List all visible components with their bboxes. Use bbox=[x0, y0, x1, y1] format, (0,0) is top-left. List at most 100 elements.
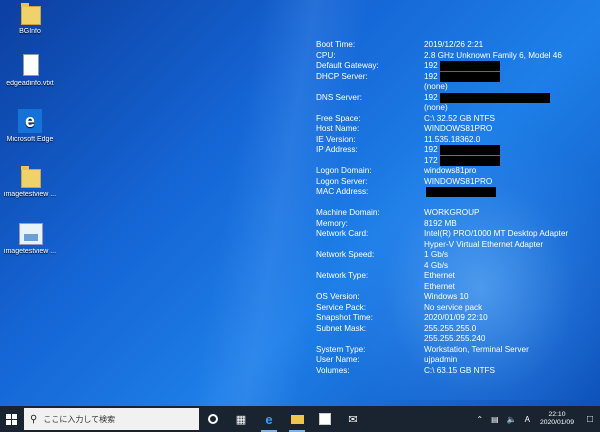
bginfo-row: Machine Domain: WORKGROUP bbox=[316, 208, 568, 219]
bginfo-value-text: WINDOWS81PRO bbox=[424, 176, 493, 186]
bginfo-key bbox=[316, 82, 424, 93]
bginfo-value-text: Windows 10 bbox=[424, 292, 469, 301]
bginfo-value-text: (none) bbox=[424, 82, 448, 91]
edge-taskbar-icon[interactable]: e bbox=[255, 406, 283, 432]
bginfo-value: Workstation, Terminal Server bbox=[424, 345, 529, 356]
bginfo-key: Boot Time: bbox=[316, 40, 356, 49]
bginfo-value: 172 bbox=[424, 155, 500, 167]
clock-time: 22:10 bbox=[548, 411, 566, 418]
bginfo-value-text: 192 bbox=[424, 61, 438, 70]
bginfo-row: Network Type: Ethernet bbox=[316, 271, 568, 282]
desktop-icon-label: imagetestview ... bbox=[3, 248, 57, 255]
bginfo-value-text: No service pack bbox=[424, 302, 483, 312]
bginfo-value-text: Ethernet bbox=[424, 271, 455, 280]
bginfo-value: 4 Gb/s bbox=[424, 261, 448, 272]
bginfo-value: 192 bbox=[424, 61, 500, 72]
mail-icon[interactable]: ✉ bbox=[339, 406, 367, 432]
bginfo-value: 2020/01/09 22:10 bbox=[424, 313, 488, 324]
chevron-up-icon[interactable]: ⌃ bbox=[476, 415, 483, 424]
bginfo-row: Network Card: Intel(R) PRO/1000 MT Deskto… bbox=[316, 229, 568, 240]
bginfo-value-text: WORKGROUP bbox=[424, 208, 480, 217]
bginfo-row: (none) bbox=[316, 82, 568, 93]
bginfo-key bbox=[316, 334, 424, 345]
bginfo-row: DHCP Server: 192 bbox=[316, 71, 568, 83]
bginfo-key bbox=[316, 156, 424, 167]
bginfo-value: Windows 10 bbox=[424, 292, 469, 303]
bginfo-row: Memory: 8192 MB bbox=[316, 219, 568, 230]
bginfo-row: System Type: Workstation, Terminal Server bbox=[316, 345, 568, 356]
bginfo-value-text: 255.255.255.240 bbox=[424, 334, 486, 343]
redaction-bar bbox=[439, 92, 550, 103]
bginfo-row: 172 bbox=[316, 155, 568, 167]
bginfo-row: (none) bbox=[316, 103, 568, 114]
redaction-bar bbox=[439, 155, 500, 166]
bginfo-row: Subnet Mask: 255.255.255.0 bbox=[316, 324, 568, 335]
system-tray: ⌃ ▤ 🔈 A 22:10 2020/01/09 □ bbox=[472, 406, 600, 432]
network-icon[interactable]: ▤ bbox=[491, 415, 499, 424]
task-view-icon[interactable]: ▦ bbox=[227, 406, 255, 432]
redaction-bar bbox=[439, 145, 500, 155]
notification-icon[interactable]: □ bbox=[580, 406, 600, 432]
bginfo-value: No service pack bbox=[424, 303, 482, 314]
taskbar-search-box[interactable]: ⚲ ここに入力して検索 bbox=[24, 408, 199, 430]
bginfo-value-text: 192 bbox=[424, 92, 438, 102]
bginfo-row: Logon Domain: windows81pro bbox=[316, 166, 568, 177]
bginfo-value-text: C:\ 63.15 GB NTFS bbox=[424, 365, 495, 375]
bginfo-value-text: 192 bbox=[424, 145, 438, 154]
search-placeholder: ここに入力して検索 bbox=[43, 414, 116, 424]
image-icon bbox=[17, 220, 43, 246]
volume-icon[interactable]: 🔈 bbox=[507, 415, 517, 424]
bginfo-key: Network Type: bbox=[316, 271, 369, 280]
bginfo-value: 8192 MB bbox=[424, 219, 457, 230]
taskbar: ⚲ ここに入力して検索 ▦ e ✉ ⌃ ▤ 🔈 A 22:10 2020/01/… bbox=[0, 406, 600, 432]
bginfo-row: Volumes: C:\ 63.15 GB NTFS bbox=[316, 366, 568, 377]
bginfo-row: Logon Server: WINDOWS81PRO bbox=[316, 177, 568, 188]
bginfo-value-text: 1 Gb/s bbox=[424, 250, 449, 259]
bginfo-key: IP Address: bbox=[316, 145, 358, 154]
bginfo-value bbox=[424, 187, 496, 198]
redaction-bar bbox=[439, 61, 500, 71]
bginfo-key bbox=[316, 240, 424, 251]
search-icon: ⚲ bbox=[30, 413, 38, 425]
bginfo-value-text: (none) bbox=[424, 103, 448, 112]
desktop-icon-imagetestview-image[interactable]: imagetestview ... bbox=[0, 220, 60, 256]
bginfo-value-text: 2019/12/26 2:21 bbox=[424, 40, 484, 49]
bginfo-key: Default Gateway: bbox=[316, 61, 379, 70]
bginfo-key: CPU: bbox=[316, 50, 336, 60]
folder-icon bbox=[17, 163, 43, 189]
cortana-icon[interactable] bbox=[199, 406, 227, 432]
windows-logo-icon bbox=[5, 413, 17, 425]
bginfo-value: 255.255.255.0 bbox=[424, 324, 476, 335]
bginfo-row: Network Speed: 1 Gb/s bbox=[316, 250, 568, 261]
desktop-icon-bginfo[interactable]: BGInfo bbox=[0, 0, 60, 36]
bginfo-key bbox=[316, 261, 424, 272]
clock[interactable]: 22:10 2020/01/09 bbox=[540, 411, 574, 427]
ime-indicator[interactable]: A bbox=[525, 415, 530, 424]
desktop-icon-imagetestview-folder[interactable]: imagetestview ... bbox=[0, 163, 60, 199]
bginfo-key: Machine Domain: bbox=[316, 208, 380, 217]
bginfo-key: Snapshot Time: bbox=[316, 313, 373, 322]
store-icon[interactable] bbox=[311, 406, 339, 432]
bginfo-value: 192 bbox=[424, 71, 500, 83]
bginfo-value: 2019/12/26 2:21 bbox=[424, 40, 483, 51]
bginfo-value: Intel(R) PRO/1000 MT Desktop Adapter bbox=[424, 229, 568, 240]
desktop-icon-label: BGInfo bbox=[19, 28, 41, 35]
file-explorer-icon[interactable] bbox=[283, 406, 311, 432]
bginfo-row: OS Version: Windows 10 bbox=[316, 292, 568, 303]
desktop-icon-microsoft-edge[interactable]: e Microsoft Edge bbox=[0, 108, 60, 144]
bginfo-value-text: Workstation, Terminal Server bbox=[424, 344, 529, 354]
start-button[interactable] bbox=[0, 406, 22, 432]
document-icon bbox=[17, 52, 43, 78]
bginfo-row: IE Version: 11.535.18362.0 bbox=[316, 135, 568, 146]
bginfo-value: Hyper-V Virtual Ethernet Adapter bbox=[424, 240, 543, 251]
bginfo-key: Service Pack: bbox=[316, 302, 367, 312]
desktop-icon-label: imagetestview ... bbox=[3, 191, 57, 198]
bginfo-key bbox=[316, 282, 424, 293]
bginfo-key: OS Version: bbox=[316, 292, 360, 301]
bginfo-key: DNS Server: bbox=[316, 92, 362, 102]
bginfo-row: Default Gateway: 192 bbox=[316, 61, 568, 72]
bginfo-key: Network Speed: bbox=[316, 250, 375, 259]
bginfo-key: Logon Domain: bbox=[316, 166, 372, 175]
desktop-icon-edgeadinfo[interactable]: edgeadinfo.vtxt bbox=[0, 52, 60, 88]
bginfo-key: Volumes: bbox=[316, 365, 350, 375]
